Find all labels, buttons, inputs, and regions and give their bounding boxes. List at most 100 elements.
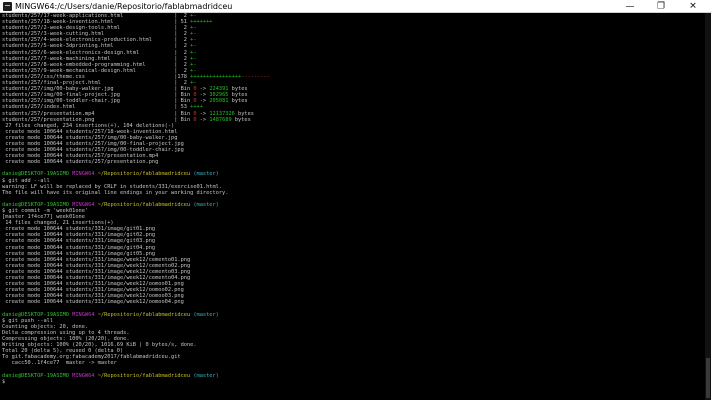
terminal-text-add: +- (190, 43, 197, 50)
terminal-text-add: +- (190, 55, 197, 62)
terminal-text-user: danie@DESKTOP-19ASIMO (2, 311, 73, 318)
terminal-text-plain: bytes (228, 98, 248, 105)
close-button[interactable]: ✕ (678, 0, 708, 13)
terminal-app-icon (3, 2, 12, 11)
terminal-text-plain: students/257/4-week-electronics-producti… (2, 37, 191, 44)
terminal-text-plain: -> (196, 98, 210, 105)
terminal-text-plain: bytes (228, 92, 248, 99)
terminal-text-plain: students/257/5-week-3dprinting.html | 2 (2, 43, 191, 50)
terminal-text-path: ~/Repositorio/fablabmadridceu (97, 311, 191, 318)
terminal-text-plain: bytes (228, 86, 248, 93)
terminal-text-plain: create mode 100644 students/331/image/we… (2, 281, 184, 288)
terminal-text-plain: create mode 100644 students/257/img/00-t… (2, 147, 184, 154)
terminal-text-plain: students/257/index.html | 53 (2, 104, 191, 111)
terminal-text-plain: students/257/8-week-embedded-programming… (2, 61, 191, 68)
terminal-text-plain: students/257/18-week-invention.html | 51 (2, 19, 191, 26)
terminal-text-plain: create mode 100644 students/257/presenta… (2, 153, 159, 160)
terminal-text-plain: create mode 100644 students/331/image/we… (2, 256, 191, 263)
terminal-text-plain: $ git commit -m 'week01one' (2, 208, 89, 214)
terminal-text-plain: Compressing objects: 100% (20/20), done. (2, 335, 130, 342)
terminal-text-add: ++++++++++++++++ (190, 73, 242, 80)
terminal-text-user: danie@DESKTOP-19ASIMO (2, 201, 73, 208)
terminal-text-add: +++++++ (190, 19, 213, 26)
terminal-text-plain: create mode 100644 students/331/image/gi… (2, 238, 156, 245)
terminal-text-host: MINGW64 (72, 171, 98, 178)
terminal-text-plain: students/257/7-week-machining.html | 2 (2, 55, 191, 62)
terminal-text-add: 224391 (209, 86, 229, 93)
terminal-text-plain: create mode 100644 students/331/image/we… (2, 275, 191, 282)
terminal-text-plain: Counting objects: 20, done. (2, 323, 89, 330)
terminal-text-plain: $ (2, 378, 9, 385)
terminal-text-plain: Writing objects: 100% (20/20), 1016.69 K… (2, 342, 197, 349)
terminal-text-plain: students/257/img/00-toddler-chair.jpg | … (2, 98, 194, 105)
terminal-text-plain: warning: LF will be replaced by CRLF in … (2, 183, 223, 190)
window-title: MINGW64:/c/Users/danie/Repositorio/fabla… (15, 2, 233, 11)
terminal-text-add: +- (190, 67, 197, 74)
terminal-text-plain: students/257/6-week-electronics-design.h… (2, 49, 191, 56)
terminal-text-plain: -> (196, 110, 210, 117)
terminal-text-host: MINGW64 (72, 372, 98, 379)
terminal-text-del: --------- (241, 73, 270, 80)
terminal-text-plain: students/257/img/00-baby-walker.jpg | Bi… (2, 86, 194, 93)
terminal-text-branch: (master) (190, 201, 219, 208)
terminal-text-plain: students/257/img/00-final-project.jpg | … (2, 92, 194, 99)
vertical-scrollbar[interactable] (705, 13, 711, 400)
terminal-text-plain: bytes (234, 110, 254, 117)
terminal-text-plain: students/257/17-week-applications.html |… (2, 13, 191, 19)
minimize-button[interactable]: — (615, 0, 645, 13)
terminal-text-add: 12137326 (209, 110, 235, 117)
terminal-text-plain: [master 1f4ce77] week01one (2, 214, 85, 221)
scrollbar-thumb[interactable] (706, 358, 710, 398)
terminal-line: $ (2, 379, 702, 385)
terminal-text-plain: -> (196, 116, 210, 123)
terminal-text-plain: students/257/final-project.html | 2 (2, 80, 191, 87)
terminal-text-plain: create mode 100644 students/257/presenta… (2, 159, 159, 166)
terminal-text-add: +- (190, 37, 197, 44)
terminal-text-plain: create mode 100644 students/331/image/we… (2, 299, 184, 306)
terminal-text-plain: -> (196, 86, 210, 93)
minimize-icon: — (625, 1, 635, 11)
terminal-text-add: ++++ (190, 104, 203, 111)
terminal-text-plain: create mode 100644 students/257/img/00-b… (2, 134, 178, 141)
terminal-text-branch: (master) (190, 311, 219, 318)
terminal-text-host: MINGW64 (72, 201, 98, 208)
close-icon: ✕ (689, 1, 697, 11)
terminal-text-add: +- (190, 61, 197, 68)
terminal-text-add: +- (190, 25, 197, 32)
terminal-text-plain: create mode 100644 students/331/image/we… (2, 293, 184, 300)
terminal-text-plain: students/257/presentation.png | Bin (2, 116, 194, 123)
terminal-text-plain: 14 files changed, 21 insertions(+) (2, 220, 114, 227)
terminal-text-add: 205081 (209, 98, 229, 105)
terminal-text-plain: bytes (231, 116, 251, 123)
terminal-text-path: ~/Repositorio/fablabmadridceu (97, 372, 191, 379)
terminal-text-plain: create mode 100644 students/331/image/gi… (2, 226, 156, 233)
terminal-text-add: 1487689 (209, 116, 232, 123)
terminal-text-add: +- (190, 49, 197, 56)
terminal-text-plain: cacc50..1f4ce77 master -> master (2, 360, 117, 367)
terminal-text-plain: create mode 100644 students/331/image/gi… (2, 232, 156, 239)
terminal-text-plain: -> (196, 92, 210, 99)
terminal-text-plain: students/257/3-week-cutting.html | 2 (2, 31, 191, 38)
terminal-text-plain: 27 files changed, 234 insertions(+), 104… (2, 122, 175, 129)
terminal-text-path: ~/Repositorio/fablabmadridceu (97, 171, 191, 178)
maximize-icon: ❐ (656, 1, 666, 11)
terminal-text-user: danie@DESKTOP-19ASIMO (2, 171, 73, 178)
terminal-text-plain: create mode 100644 students/331/image/we… (2, 268, 191, 275)
terminal-text-plain: create mode 100644 students/257/18-week-… (2, 128, 178, 135)
terminal-text-plain: create mode 100644 students/331/image/gi… (2, 244, 156, 251)
terminal-text-plain: students/257/9-week-mechanical-design.ht… (2, 67, 191, 74)
maximize-button[interactable]: ❐ (646, 0, 676, 13)
terminal-text-add: +- (190, 31, 197, 38)
terminal-text-add: 302965 (209, 92, 229, 99)
terminal-text-user: danie@DESKTOP-19ASIMO (2, 372, 73, 379)
terminal-text-plain: Total 20 (delta 5), reused 0 (delta 0) (2, 348, 124, 355)
terminal-output[interactable]: students/257/17-week-applications.html |… (2, 13, 702, 400)
terminal-text-plain: create mode 100644 students/331/image/we… (2, 262, 191, 269)
terminal-text-plain: students/257/css/theme.css |178 (2, 73, 191, 80)
terminal-text-add: +- (190, 80, 197, 87)
terminal-text-plain: create mode 100644 students/331/image/we… (2, 287, 184, 294)
terminal-text-branch: (master) (190, 372, 219, 379)
terminal-text-path: ~/Repositorio/fablabmadridceu (97, 201, 191, 208)
terminal-text-plain: To git.fabacademy.org:fabacademy2017/fab… (2, 354, 181, 361)
terminal-text-plain: Delta compression using up to 4 threads. (2, 329, 130, 336)
